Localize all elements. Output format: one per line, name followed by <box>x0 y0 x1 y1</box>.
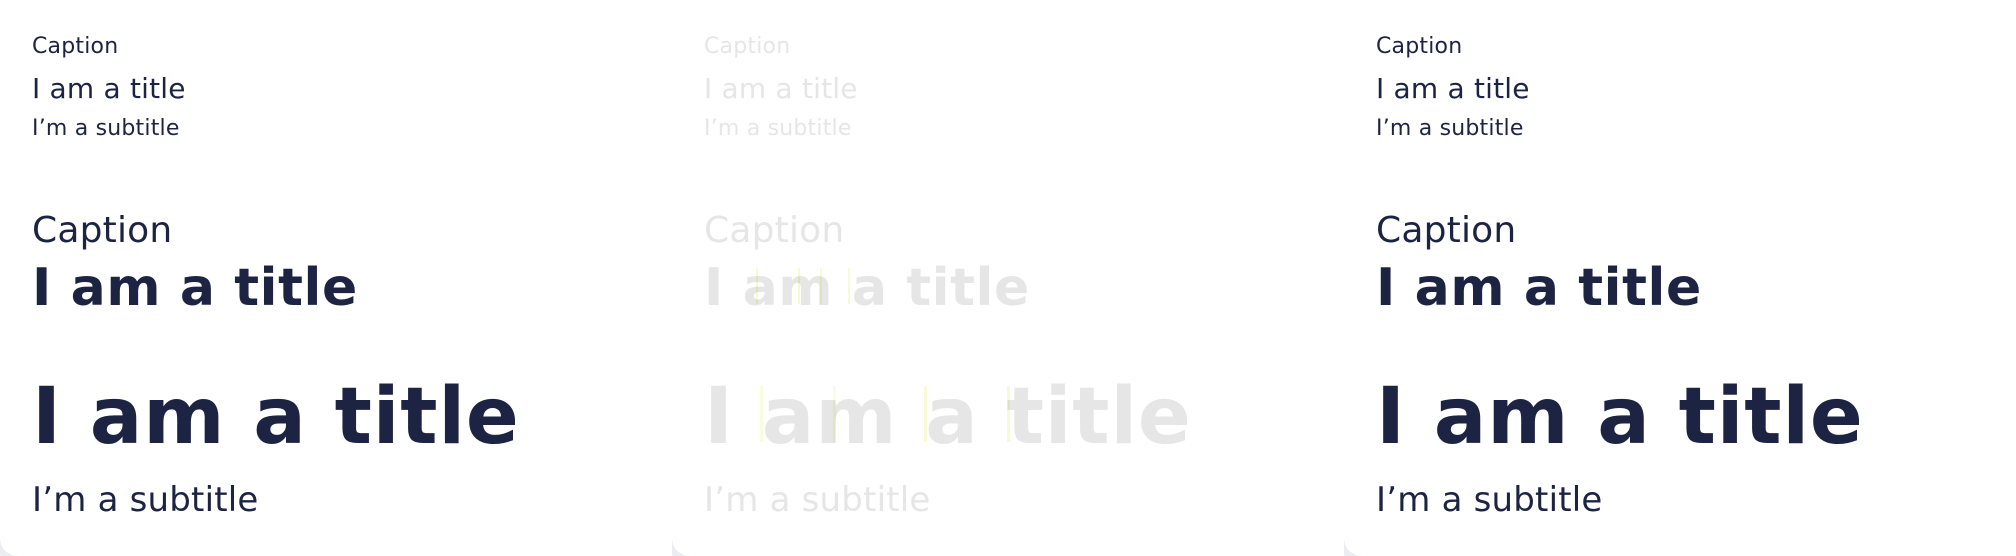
title-small: I am a title <box>32 72 186 105</box>
title-small: I am a title <box>704 72 858 105</box>
subtitle-large: I’m a subtitle <box>1376 480 1603 520</box>
caption-medium: Caption <box>1376 210 1517 251</box>
caption-medium: Caption <box>32 210 173 251</box>
caption-small: Caption <box>1376 34 1463 59</box>
title-small: I am a title <box>1376 72 1530 105</box>
title-medium: I am a title <box>704 258 1030 318</box>
title-large: I am a title <box>704 372 1192 462</box>
caption-small: Caption <box>32 34 119 59</box>
caption-small: Caption <box>704 34 791 59</box>
title-large: I am a title <box>1376 372 1864 462</box>
typography-panel-2-faded: Caption I am a title I’m a subtitle Capt… <box>672 0 1344 556</box>
subtitle-large: I’m a subtitle <box>32 480 259 520</box>
title-medium: I am a title <box>32 258 358 318</box>
title-large: I am a title <box>32 372 520 462</box>
caption-medium: Caption <box>704 210 845 251</box>
subtitle-large: I’m a subtitle <box>704 480 931 520</box>
subtitle-small: I’m a subtitle <box>704 116 852 141</box>
typography-panel-1: Caption I am a title I’m a subtitle Capt… <box>0 0 672 556</box>
title-medium: I am a title <box>1376 258 1702 318</box>
subtitle-small: I’m a subtitle <box>1376 116 1524 141</box>
typography-preview-stage: Caption I am a title I’m a subtitle Capt… <box>0 0 2016 556</box>
subtitle-small: I’m a subtitle <box>32 116 180 141</box>
typography-panel-3: Caption I am a title I’m a subtitle Capt… <box>1344 0 2016 556</box>
